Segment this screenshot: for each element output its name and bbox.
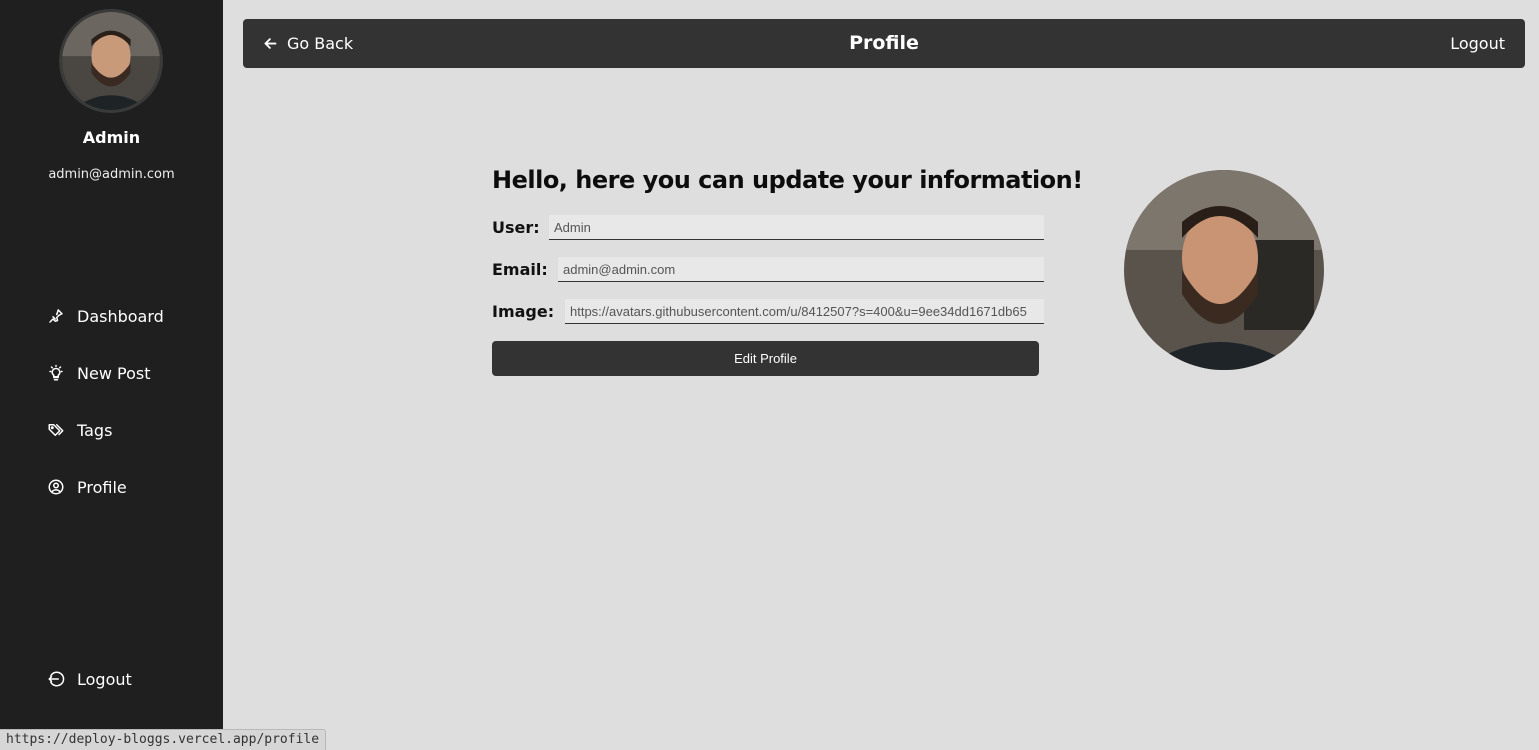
arrow-left-icon (264, 38, 277, 49)
email-label: Email: (492, 260, 548, 279)
sidebar-logout-label: Logout (77, 669, 132, 689)
edit-profile-button[interactable]: Edit Profile (492, 341, 1039, 376)
tags-icon (48, 424, 64, 436)
user-circle-icon (48, 479, 64, 495)
pin-icon (49, 309, 63, 323)
sidebar-item-tags[interactable]: Tags (47, 415, 207, 445)
sidebar-item-profile[interactable]: Profile (47, 472, 207, 502)
image-url-field[interactable] (565, 299, 1044, 324)
logout-icon (48, 671, 65, 687)
top-bar: Go Back Profile Logout (243, 19, 1525, 68)
sidebar-item-label: Tags (77, 420, 113, 440)
page-title: Profile (849, 32, 919, 54)
avatar[interactable] (59, 9, 163, 113)
sidebar-item-label: Profile (77, 477, 127, 497)
go-back-button[interactable]: Go Back (263, 19, 353, 68)
user-field[interactable] (549, 215, 1044, 240)
avatar-photo (62, 12, 160, 110)
sidebar-item-new-post[interactable]: New Post (47, 358, 207, 388)
sidebar-logout[interactable]: Logout (47, 664, 207, 694)
lightbulb-icon (49, 364, 63, 381)
email-field[interactable] (558, 257, 1044, 282)
user-email: admin@admin.com (48, 167, 175, 182)
profile-photo (1124, 170, 1324, 370)
sidebar: Admin admin@admin.com Dashboard New Post… (0, 0, 223, 750)
sidebar-item-label: Dashboard (77, 306, 164, 326)
logout-button[interactable]: Logout (1450, 19, 1505, 68)
sidebar-item-label: New Post (77, 363, 151, 383)
profile-image (1124, 170, 1324, 370)
sidebar-item-dashboard[interactable]: Dashboard (47, 301, 207, 331)
go-back-label: Go Back (287, 34, 354, 53)
image-label: Image: (492, 302, 555, 321)
user-label: User: (492, 218, 540, 237)
form-heading: Hello, here you can update your informat… (492, 166, 1083, 194)
status-bar-url: https://deploy-bloggs.vercel.app/profile (0, 729, 327, 750)
user-name: Admin (82, 128, 141, 147)
